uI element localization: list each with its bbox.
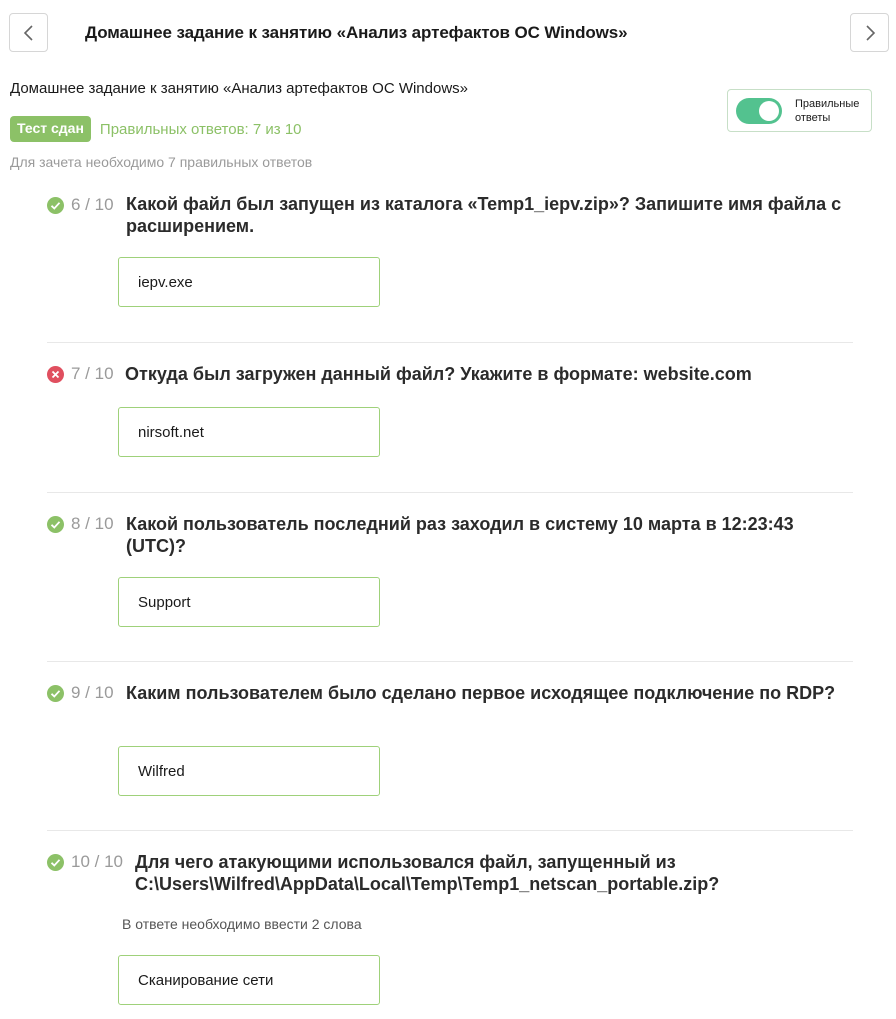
pass-requirement: Для зачета необходимо 7 правильных ответ… <box>10 154 313 170</box>
status-badge: Тест сдан <box>10 116 91 142</box>
question-item: 6 / 10 Какой файл был запущен из каталог… <box>47 193 853 307</box>
toggle-label: Правильные ответы <box>795 97 860 124</box>
next-button[interactable] <box>850 13 889 52</box>
result-status: Тест сдан Правильных ответов: 7 из 10 <box>10 116 302 142</box>
question-item: 9 / 10 Каким пользователем было сделано … <box>47 682 853 796</box>
test-subtitle: Домашнее задание к занятию «Анализ артеф… <box>10 80 469 97</box>
question-text: Каким пользователем было сделано первое … <box>126 683 836 703</box>
toggle-switch[interactable] <box>736 97 782 124</box>
show-answers-toggle[interactable]: Правильные ответы <box>727 89 872 132</box>
answer-field[interactable]: iepv.exe <box>118 257 380 307</box>
check-circle-icon <box>47 197 64 214</box>
question-text: Для чего атакующими использовался файл, … <box>135 852 720 894</box>
check-circle-icon <box>47 516 64 533</box>
previous-button[interactable] <box>9 13 48 52</box>
check-circle-icon <box>47 685 64 702</box>
question-item: 8 / 10 Какой пользователь последний раз … <box>47 513 853 627</box>
question-text: Какой файл был запущен из каталога «Temp… <box>126 194 842 236</box>
divider <box>47 661 853 662</box>
check-circle-icon <box>47 854 64 871</box>
page-title: Домашнее задание к занятию «Анализ артеф… <box>85 23 628 42</box>
divider <box>47 830 853 831</box>
answer-field[interactable]: Support <box>118 577 380 627</box>
cross-circle-icon <box>47 366 64 383</box>
toggle-knob <box>759 100 779 121</box>
question-header: 7 / 10 Откуда был загружен данный файл? … <box>47 363 853 385</box>
question-number: 8 / 10 <box>71 514 114 533</box>
divider <box>47 342 853 343</box>
question-number: 9 / 10 <box>71 683 114 702</box>
question-item: 10 / 10 Для чего атакующими использовалс… <box>47 851 853 1005</box>
question-header: 6 / 10 Какой файл был запущен из каталог… <box>47 193 853 237</box>
question-number: 7 / 10 <box>71 364 114 383</box>
answer-field[interactable]: nirsoft.net <box>118 407 380 457</box>
chevron-right-icon <box>865 24 875 41</box>
question-text: Откуда был загружен данный файл? Укажите… <box>125 364 752 384</box>
question-header: 9 / 10 Каким пользователем было сделано … <box>47 682 853 704</box>
score-text: Правильных ответов: 7 из 10 <box>99 120 302 138</box>
question-header: 8 / 10 Какой пользователь последний раз … <box>47 513 853 557</box>
divider <box>47 492 853 493</box>
question-item: 7 / 10 Откуда был загружен данный файл? … <box>47 363 853 457</box>
answer-field[interactable]: Сканирование сети <box>118 955 380 1005</box>
chevron-left-icon <box>23 24 33 41</box>
question-header: 10 / 10 Для чего атакующими использовалс… <box>47 851 853 895</box>
question-number: 10 / 10 <box>71 852 123 871</box>
question-number: 6 / 10 <box>71 195 114 214</box>
answer-field[interactable]: Wilfred <box>118 746 380 796</box>
question-hint: В ответе необходимо ввести 2 слова <box>122 916 362 932</box>
question-text: Какой пользователь последний раз заходил… <box>126 514 794 556</box>
